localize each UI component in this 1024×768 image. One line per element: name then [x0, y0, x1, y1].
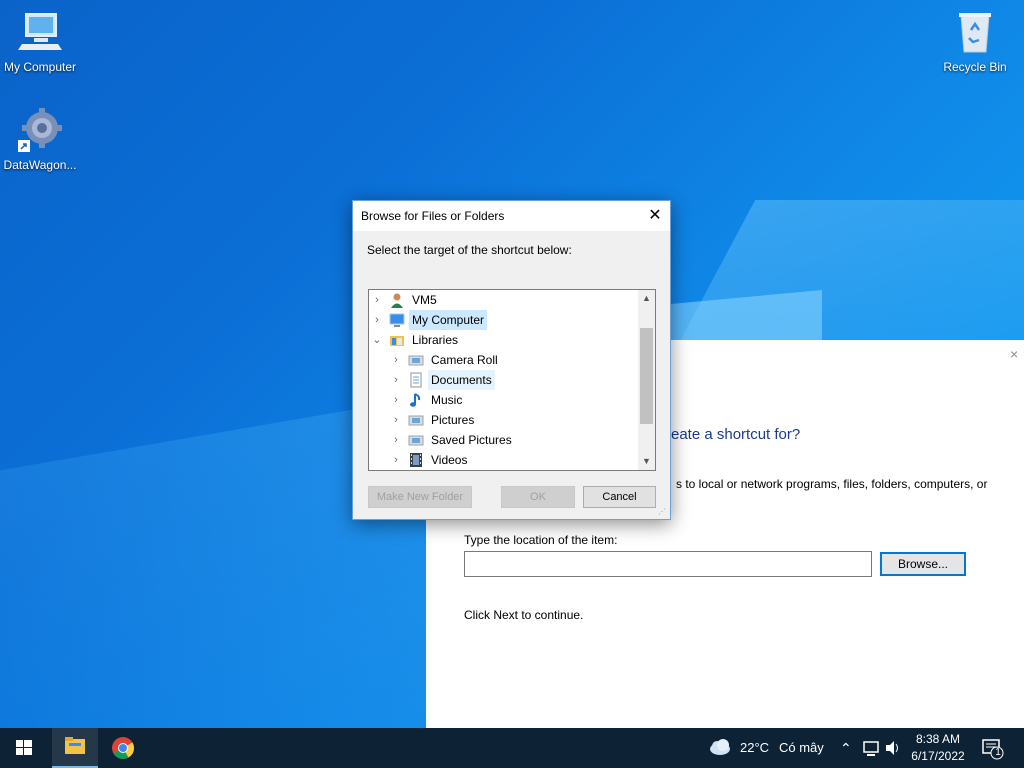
wizard-heading: reate a shortcut for? — [666, 426, 801, 443]
chrome-icon — [112, 737, 134, 759]
clock-date: 6/17/2022 — [911, 749, 965, 763]
chevron-right-icon[interactable]: › — [390, 410, 402, 430]
chevron-right-icon[interactable]: › — [390, 430, 402, 450]
chevron-up-icon[interactable]: ⌃ — [840, 728, 852, 768]
library-folder-icon — [408, 352, 424, 368]
scroll-down-icon[interactable]: ▼ — [638, 453, 655, 470]
tree-item-videos[interactable]: › Videos — [390, 450, 470, 470]
chevron-right-icon[interactable]: › — [390, 370, 402, 390]
scroll-up-icon[interactable]: ▲ — [638, 290, 655, 307]
notification-center-button[interactable]: 1 — [980, 736, 1004, 760]
cancel-button[interactable]: Cancel — [583, 486, 656, 508]
gear-shortcut-icon — [16, 106, 64, 154]
libraries-icon — [389, 332, 405, 348]
desktop-icon-my-computer[interactable]: My Computer — [0, 8, 80, 74]
folder-icon — [65, 737, 85, 754]
close-icon[interactable]: ✕ — [640, 201, 670, 231]
scrollbar-thumb[interactable] — [640, 328, 653, 424]
ok-button[interactable]: OK — [501, 486, 575, 508]
documents-icon — [408, 372, 424, 388]
wizard-description: s to local or network programs, files, f… — [676, 477, 988, 491]
folder-tree[interactable]: › VM5 › My Computer ⌄ Libraries › Camera… — [368, 289, 656, 471]
videos-icon — [408, 452, 424, 468]
computer-icon — [389, 312, 405, 328]
location-label: Type the location of the item: — [464, 533, 618, 547]
tree-item-label: Videos — [431, 453, 468, 467]
next-hint: Click Next to continue. — [464, 608, 584, 622]
make-new-folder-button[interactable]: Make New Folder — [368, 486, 472, 508]
tree-item-libraries[interactable]: ⌄ Libraries — [371, 330, 461, 350]
tree-item-vm5[interactable]: › VM5 — [371, 290, 440, 310]
browse-for-files-dialog: Browse for Files or Folders ✕ Select the… — [352, 200, 671, 520]
windows-logo-icon — [16, 740, 32, 755]
browse-button[interactable]: Browse... — [880, 552, 966, 576]
taskbar-chrome[interactable] — [100, 728, 146, 768]
taskbar: 22°C Có mây ⌃ 8:38 AM 6/17/2022 1 — [0, 728, 1024, 768]
chevron-down-icon[interactable]: ⌄ — [371, 330, 383, 350]
start-button[interactable] — [0, 728, 48, 768]
tree-item-saved-pictures[interactable]: › Saved Pictures — [390, 430, 515, 450]
chevron-right-icon[interactable]: › — [390, 350, 402, 370]
tree-item-label: Documents — [428, 370, 495, 390]
network-icon[interactable] — [862, 728, 880, 768]
tree-item-label: VM5 — [412, 293, 437, 307]
dialog-instruction: Select the target of the shortcut below: — [367, 243, 572, 257]
desktop-icon-label: My Computer — [3, 60, 77, 74]
music-icon — [408, 392, 424, 408]
recycle-bin-icon — [951, 8, 999, 56]
tree-item-music[interactable]: › Music — [390, 390, 465, 410]
wallpaper-logo-pane — [660, 290, 822, 340]
tree-item-label: Saved Pictures — [431, 433, 512, 447]
tree-item-label: Libraries — [412, 333, 459, 347]
chevron-right-icon[interactable]: › — [390, 390, 402, 410]
notification-count: 1 — [995, 747, 1001, 758]
dialog-title: Browse for Files or Folders — [361, 209, 505, 223]
chevron-right-icon[interactable]: › — [371, 290, 383, 310]
tree-item-camera-roll[interactable]: › Camera Roll — [390, 350, 501, 370]
tree-item-label: Music — [431, 393, 463, 407]
tree-item-label: My Computer — [409, 310, 488, 330]
desktop-icon-label: DataWagon... — [3, 158, 77, 172]
user-icon — [389, 292, 405, 308]
weather-widget[interactable] — [708, 728, 732, 768]
tree-item-my-computer[interactable]: › My Computer — [371, 310, 488, 330]
desktop-icon-recycle-bin[interactable]: Recycle Bin — [935, 8, 1015, 74]
desktop-icon-datawagon[interactable]: DataWagon... — [0, 106, 80, 172]
dialog-titlebar[interactable]: Browse for Files or Folders ✕ — [353, 201, 670, 231]
clock-time: 8:38 AM — [915, 732, 961, 746]
tree-item-label: Camera Roll — [431, 353, 498, 367]
weather-temperature: 22°C — [740, 740, 770, 755]
library-folder-icon — [408, 412, 424, 428]
chevron-right-icon[interactable]: › — [371, 310, 383, 330]
library-folder-icon — [408, 432, 424, 448]
desktop-icon-label: Recycle Bin — [943, 60, 1007, 74]
close-icon[interactable]: × — [1010, 346, 1024, 362]
tree-item-pictures[interactable]: › Pictures — [390, 410, 477, 430]
clock[interactable]: 8:38 AM 6/17/2022 — [900, 731, 976, 765]
tree-scrollbar[interactable]: ▲ ▼ — [638, 290, 655, 470]
location-input[interactable] — [464, 551, 872, 577]
resize-grip-icon[interactable]: ⋰ — [658, 507, 668, 517]
tree-item-label: Pictures — [431, 413, 475, 427]
chevron-right-icon[interactable]: › — [390, 450, 402, 470]
weather-description: Có mây — [779, 740, 824, 755]
taskbar-file-explorer[interactable] — [52, 728, 98, 768]
cloud-icon — [710, 739, 730, 755]
tree-item-documents[interactable]: › Documents — [390, 370, 495, 390]
computer-icon — [16, 8, 64, 56]
